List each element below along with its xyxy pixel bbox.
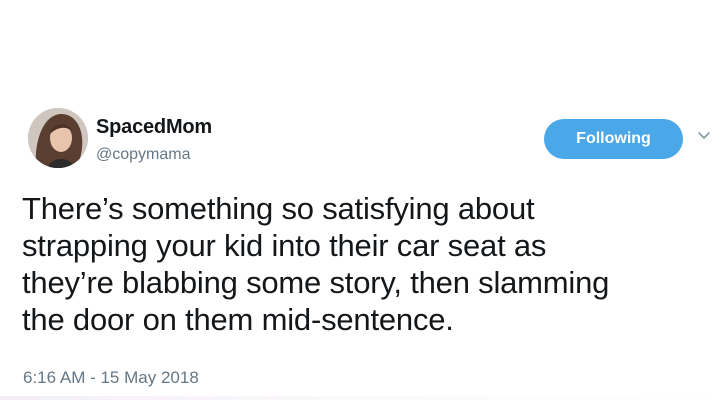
avatar-photo [28, 108, 88, 168]
user-handle[interactable]: @copymama [96, 146, 191, 164]
tweet-text-line: There’s something so satisfying about [22, 191, 535, 226]
tweet-card: SpacedMom @copymama Following There’s so… [0, 0, 728, 400]
tweet-text: There’s something so satisfying about st… [22, 190, 712, 338]
divider [0, 396, 728, 400]
tweet-text-line: the door on them mid-sentence. [22, 302, 454, 337]
tweet-text-line: strapping your kid into their car seat a… [22, 228, 547, 263]
display-name[interactable]: SpacedMom [96, 116, 212, 139]
tweet-timestamp[interactable]: 6:16 AM - 15 May 2018 [23, 368, 199, 388]
tweet-text-line: they’re blabbing some story, then slammi… [22, 265, 610, 300]
avatar[interactable] [28, 108, 88, 168]
following-button[interactable]: Following [544, 119, 683, 159]
chevron-down-icon[interactable] [697, 131, 711, 141]
